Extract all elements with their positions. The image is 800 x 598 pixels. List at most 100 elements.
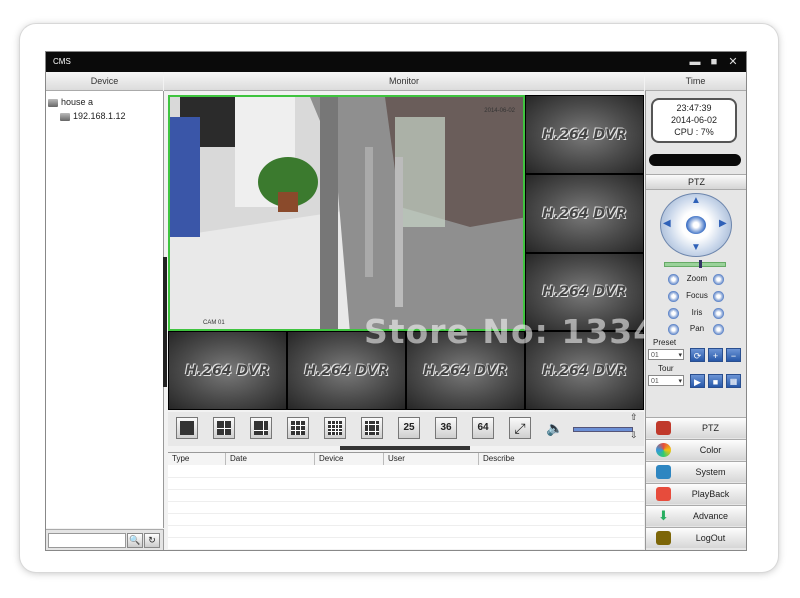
ptz-speed-slider[interactable] — [664, 260, 726, 268]
log-table-body — [168, 465, 644, 549]
layout-8-button[interactable] — [324, 417, 346, 439]
preset-add-icon[interactable]: + — [708, 348, 723, 362]
log-row-line — [168, 513, 644, 514]
dvr-device-icon — [60, 112, 70, 121]
preset-remove-icon[interactable]: − — [726, 348, 741, 362]
network-group-icon — [48, 98, 58, 107]
log-col-type[interactable]: Type — [168, 453, 226, 465]
speaker-icon[interactable]: 🔈 — [546, 420, 563, 437]
tile-label: H.264 DVR — [304, 362, 389, 379]
layout-64-button[interactable]: 64 — [472, 417, 494, 439]
log-col-user[interactable]: User — [384, 453, 479, 465]
focus-label: Focus — [686, 291, 708, 300]
log-col-date[interactable]: Date — [226, 453, 315, 465]
tour-select[interactable]: 01 — [648, 375, 684, 387]
log-table-header: Type Date Device User Describe — [168, 452, 644, 466]
log-col-describe[interactable]: Describe — [479, 453, 644, 465]
tile-label: H.264 DVR — [542, 126, 627, 143]
tile-label: H.264 DVR — [542, 362, 627, 379]
layout-8-icon — [328, 421, 342, 435]
tile-label: H.264 DVR — [423, 362, 508, 379]
layout-9-button[interactable] — [287, 417, 309, 439]
preset-select[interactable]: 01 — [648, 349, 684, 361]
menu-ptz-button[interactable]: PTZ — [646, 417, 746, 438]
menu-system-button[interactable]: System — [646, 461, 746, 482]
tile-label: H.264 DVR — [185, 362, 270, 379]
fullscreen-icon[interactable]: ⤢ — [509, 417, 531, 439]
iris-label: Iris — [691, 308, 703, 317]
camera-tile-2[interactable]: H.264 DVR — [525, 95, 644, 174]
focus-plus-icon[interactable]: + — [668, 291, 679, 302]
layout-1-icon — [180, 421, 194, 435]
layout-25-button[interactable]: 25 — [398, 417, 420, 439]
ptz-icon — [656, 421, 671, 435]
preset-call-icon[interactable]: ⟳ — [690, 348, 705, 362]
close-icon[interactable]: ✕ — [726, 55, 740, 69]
iris-plus-icon[interactable]: + — [668, 308, 679, 319]
search-icon[interactable]: 🔍 — [127, 533, 143, 548]
layout-16-icon — [365, 421, 379, 435]
clock-time: 23:47:39 — [676, 103, 712, 113]
restore-icon[interactable]: ■ — [707, 55, 721, 69]
menu-playback-button[interactable]: PlayBack — [646, 483, 746, 504]
layout-36-button[interactable]: 36 — [435, 417, 457, 439]
menu-logout-button[interactable]: LogOut — [646, 527, 746, 548]
ptz-up-icon[interactable]: ▲ — [691, 195, 701, 206]
panel-splitter[interactable] — [163, 257, 167, 387]
tour-label: Tour — [658, 364, 674, 373]
device-header: Device — [46, 72, 163, 91]
device-search-input[interactable] — [48, 533, 126, 548]
log-row-line — [168, 477, 644, 478]
tile-label: H.264 DVR — [542, 284, 627, 300]
layout-4-button[interactable] — [213, 417, 235, 439]
layout-1-button[interactable] — [176, 417, 198, 439]
layout-4-icon — [217, 421, 231, 435]
tour-play-icon[interactable]: ▶ — [690, 374, 705, 388]
pan-left-icon[interactable]: • — [668, 324, 679, 335]
camera-tile-5[interactable]: H.264 DVR — [168, 331, 287, 410]
layout-16-button[interactable] — [361, 417, 383, 439]
focus-minus-icon[interactable]: − — [713, 291, 724, 302]
camera-view-1[interactable]: 2014-06-02 CAM 01 — [168, 95, 525, 331]
ptz-right-icon[interactable]: ▶ — [719, 218, 727, 229]
iris-minus-icon[interactable]: − — [713, 308, 724, 319]
slider-thumb[interactable] — [699, 260, 702, 268]
scroll-down-icon[interactable]: ⇩ — [630, 430, 638, 441]
menu-color-button[interactable]: Color — [646, 439, 746, 460]
camera-tile-3[interactable]: H.264 DVR — [525, 174, 644, 253]
tree-device-label: 192.168.1.12 — [73, 111, 126, 121]
cpu-usage: CPU : 7% — [674, 127, 714, 137]
log-row-line — [168, 489, 644, 490]
scroll-up-icon[interactable]: ⇧ — [630, 412, 638, 423]
preset-label: Preset — [653, 338, 677, 347]
device-tree-panel: house a 192.168.1.12 — [46, 91, 164, 528]
monitor-header: Monitor — [164, 72, 644, 91]
cms-window: CMS ▬ ■ ✕ Device Monitor Time house a 19… — [45, 51, 747, 551]
menu-advance-button[interactable]: ⬇ Advance — [646, 505, 746, 526]
tile-label: H.264 DVR — [542, 205, 627, 222]
log-row-line — [168, 537, 644, 538]
ptz-down-icon[interactable]: ▼ — [691, 242, 701, 253]
pan-label: Pan — [689, 324, 705, 333]
title-bar: CMS ▬ ■ ✕ — [46, 52, 746, 72]
zoom-plus-icon[interactable]: + — [668, 274, 679, 285]
minimize-icon[interactable]: ▬ — [688, 55, 702, 69]
tour-stop-icon[interactable]: ■ — [708, 374, 723, 388]
camera-timestamp: 2014-06-02 — [484, 108, 515, 114]
ptz-joystick[interactable]: ▲ ▼ ◀ ▶ — [660, 193, 732, 257]
log-col-device[interactable]: Device — [315, 453, 384, 465]
ptz-header: PTZ — [646, 174, 746, 190]
layout-6-button[interactable] — [250, 417, 272, 439]
log-panel-handle[interactable] — [340, 446, 470, 450]
advance-icon: ⬇ — [658, 508, 669, 523]
volume-slider[interactable] — [573, 427, 633, 432]
refresh-icon[interactable]: ↻ — [144, 533, 160, 548]
zoom-minus-icon[interactable]: − — [713, 274, 724, 285]
tree-group-house-a[interactable]: house a — [48, 97, 93, 107]
ptz-left-icon[interactable]: ◀ — [663, 218, 671, 229]
ptz-iris-row: + Iris − — [646, 307, 746, 321]
pan-right-icon[interactable]: • — [713, 324, 724, 335]
tour-grid-icon[interactable]: ▦ — [726, 374, 741, 388]
tree-device-item[interactable]: 192.168.1.12 — [60, 111, 126, 121]
ptz-center-icon[interactable] — [686, 216, 706, 234]
